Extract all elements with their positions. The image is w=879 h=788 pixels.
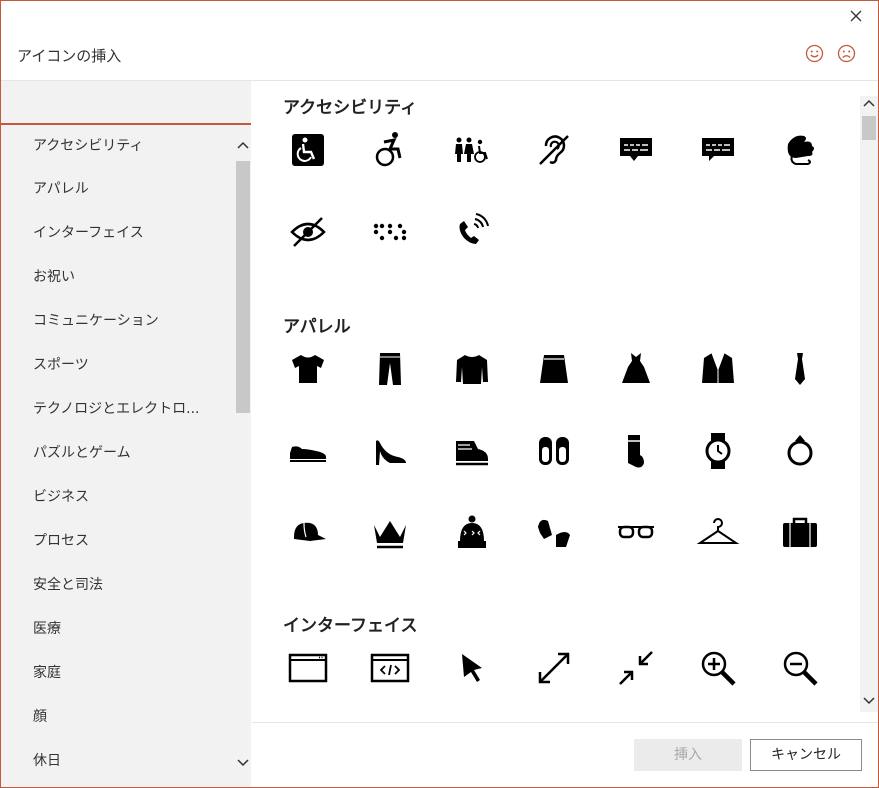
accessible-sign-icon[interactable] xyxy=(286,128,330,172)
expand-arrows-icon[interactable] xyxy=(532,646,576,690)
section-title: アパレル xyxy=(283,317,351,337)
category-item[interactable]: ビジネス xyxy=(1,475,236,519)
category-panel: アクセシビリティ アパレル インターフェイス お祝い コミュニケーション スポーツ テクノロ… xyxy=(1,81,251,787)
category-item[interactable]: インターフェイス xyxy=(1,211,236,255)
volume-control-phone-icon[interactable] xyxy=(450,210,494,254)
tshirt-icon[interactable] xyxy=(286,347,330,391)
dialog-title: アイコンの挿入 xyxy=(17,47,122,65)
suitcase-icon[interactable] xyxy=(778,511,822,555)
category-item[interactable]: 休日 xyxy=(1,739,236,783)
glasses-icon[interactable] xyxy=(614,511,658,555)
jeans-icon[interactable] xyxy=(368,347,412,391)
search-input[interactable] xyxy=(9,89,239,117)
category-scrollbar[interactable] xyxy=(235,125,251,787)
insert-button[interactable]: 挿入 xyxy=(634,739,742,771)
category-item[interactable]: スポーツ xyxy=(1,343,236,387)
sock-icon[interactable] xyxy=(614,429,658,473)
category-item[interactable]: プロセス xyxy=(1,519,236,563)
category-list: アクセシビリティ アパレル インターフェイス お祝い コミュニケーション スポーツ テクノロ… xyxy=(1,125,236,787)
skirt-icon[interactable] xyxy=(532,347,576,391)
category-item[interactable]: アクセシビリティ xyxy=(1,125,236,167)
necktie-icon[interactable] xyxy=(778,347,822,391)
cursor-arrow-icon[interactable] xyxy=(450,646,494,690)
insert-icons-dialog: アイコンの挿入 アクセシビリティ アパレル インターフェイス お祝い コミュニケーション… xyxy=(0,0,879,788)
category-item[interactable]: 家庭 xyxy=(1,651,236,695)
category-item[interactable]: コミュニケーション xyxy=(1,299,236,343)
ring-icon[interactable] xyxy=(778,429,822,473)
zoom-in-icon[interactable] xyxy=(696,646,740,690)
chevron-down-icon[interactable] xyxy=(235,753,251,771)
title-bar: アイコンの挿入 xyxy=(1,1,878,81)
braille-icon[interactable] xyxy=(368,210,412,254)
low-vision-icon[interactable] xyxy=(286,210,330,254)
sign-language-icon[interactable] xyxy=(778,128,822,172)
dress-icon[interactable] xyxy=(614,347,658,391)
suit-jacket-icon[interactable] xyxy=(696,347,740,391)
dress-shoe-icon[interactable] xyxy=(286,429,330,473)
smile-icon[interactable] xyxy=(805,44,824,63)
mittens-icon[interactable] xyxy=(532,511,576,555)
wheelchair-active-icon[interactable] xyxy=(368,128,412,172)
boot-icon[interactable] xyxy=(450,429,494,473)
high-heel-icon[interactable] xyxy=(368,429,412,473)
category-item[interactable]: 医療 xyxy=(1,607,236,651)
cancel-button[interactable]: キャンセル xyxy=(750,739,862,771)
category-item[interactable]: お祝い xyxy=(1,255,236,299)
search-box[interactable] xyxy=(1,81,251,125)
category-item[interactable]: パズルとゲーム xyxy=(1,431,236,475)
family-restroom-icon[interactable] xyxy=(450,128,494,172)
hearing-impaired-icon[interactable] xyxy=(532,128,576,172)
collapse-arrows-icon[interactable] xyxy=(614,646,658,690)
category-item[interactable]: 安全と司法 xyxy=(1,563,236,607)
category-item[interactable]: アパレル xyxy=(1,167,236,211)
category-item[interactable]: 顔 xyxy=(1,695,236,739)
chevron-down-icon[interactable] xyxy=(860,692,878,708)
sweater-icon[interactable] xyxy=(450,347,494,391)
close-icon[interactable] xyxy=(847,7,865,25)
category-item[interactable]: テクノロジとエレクトロ... xyxy=(1,387,236,431)
chevron-up-icon[interactable] xyxy=(235,137,251,155)
captioning-bubble-icon[interactable] xyxy=(696,128,740,172)
zoom-out-icon[interactable] xyxy=(778,646,822,690)
frown-icon[interactable] xyxy=(837,44,856,63)
chevron-up-icon[interactable] xyxy=(860,96,878,112)
wristwatch-icon[interactable] xyxy=(696,429,740,473)
section-title: インターフェイス xyxy=(283,616,418,636)
browser-window-icon[interactable] xyxy=(286,646,330,690)
dialog-footer: 挿入 キャンセル xyxy=(252,722,878,787)
winter-hat-icon[interactable] xyxy=(450,511,494,555)
hanger-icon[interactable] xyxy=(696,511,740,555)
closed-caption-bubble-icon[interactable] xyxy=(614,128,658,172)
icon-gallery: アクセシビリティ アパレルインターフェイス xyxy=(252,81,878,721)
section-title: アクセシビリティ xyxy=(283,98,418,118)
code-window-icon[interactable] xyxy=(368,646,412,690)
baseball-cap-icon[interactable] xyxy=(286,511,330,555)
scroll-thumb[interactable] xyxy=(862,116,876,140)
scroll-thumb[interactable] xyxy=(236,161,250,413)
crown-icon[interactable] xyxy=(368,511,412,555)
slippers-icon[interactable] xyxy=(532,429,576,473)
gallery-scrollbar[interactable] xyxy=(860,96,878,712)
